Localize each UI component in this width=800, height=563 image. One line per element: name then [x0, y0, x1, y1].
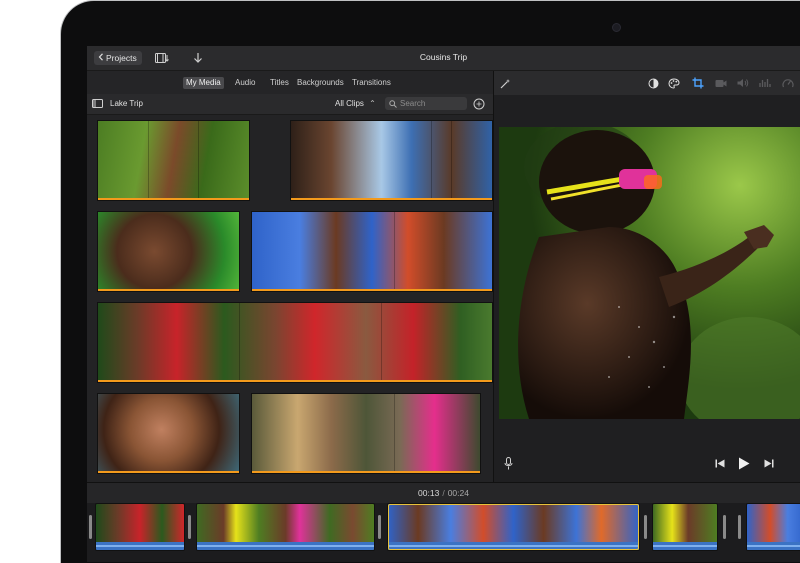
skip-forward-icon[interactable]	[764, 459, 774, 470]
total-duration: 00:24	[447, 488, 469, 498]
speed-gauge-icon[interactable]	[781, 76, 795, 90]
up-down-chevron-icon: ⌃	[369, 99, 376, 108]
camera-icon	[612, 23, 621, 32]
audio-waveform	[747, 542, 800, 550]
timecode-readout: 00:13/00:24	[87, 488, 800, 498]
tab-audio[interactable]: Audio	[232, 77, 258, 89]
media-import-icon[interactable]	[154, 51, 170, 65]
clips-filter-label: All Clips	[335, 99, 364, 108]
library-bar: Lake Trip All Clips ⌃	[87, 94, 493, 115]
media-clip[interactable]	[97, 393, 240, 474]
crop-icon[interactable]	[691, 76, 705, 90]
media-clip[interactable]	[251, 211, 493, 292]
viewer-toolbar	[494, 71, 800, 95]
projects-label: Projects	[106, 53, 137, 63]
download-arrow-icon[interactable]	[190, 51, 206, 65]
projects-button[interactable]: Projects	[94, 51, 142, 65]
volume-icon[interactable]	[736, 76, 750, 90]
video-viewer[interactable]	[499, 127, 800, 419]
clips-filter-dropdown[interactable]: All Clips ⌃	[335, 99, 376, 108]
audio-waveform	[197, 542, 374, 550]
microphone-icon[interactable]	[504, 457, 513, 472]
media-clip[interactable]	[290, 120, 493, 201]
toolbar: Projects Cousins Trip	[87, 46, 800, 71]
clip-trim-handle[interactable]	[378, 515, 381, 539]
sidebar-toggle-icon[interactable]	[92, 99, 103, 110]
magic-wand-icon[interactable]	[498, 76, 512, 90]
media-clip[interactable]	[97, 120, 250, 201]
timeline-clip[interactable]	[196, 503, 375, 551]
timeline-clip[interactable]	[652, 503, 718, 551]
filter-settings-icon[interactable]	[473, 98, 485, 112]
timeline	[87, 503, 800, 562]
clip-trim-handle[interactable]	[738, 515, 741, 539]
clip-trim-handle[interactable]	[723, 515, 726, 539]
skip-back-icon[interactable]	[715, 459, 725, 470]
stabilization-camera-icon[interactable]	[714, 76, 728, 90]
timeline-clip[interactable]	[95, 503, 185, 551]
time-separator: /	[442, 488, 445, 498]
search-box	[385, 97, 467, 110]
media-clip[interactable]	[97, 302, 493, 383]
viewer-frame-image	[499, 127, 800, 419]
media-clip[interactable]	[97, 211, 240, 292]
media-browser	[87, 115, 493, 482]
tab-transitions[interactable]: Transitions	[349, 77, 394, 89]
chevron-left-icon	[98, 51, 104, 65]
clip-trim-handle[interactable]	[89, 515, 92, 539]
timeline-clip-selected[interactable]	[387, 503, 640, 551]
media-tabs: My Media Audio Titles Backgrounds Transi…	[87, 71, 493, 94]
noise-reduction-icon[interactable]	[758, 76, 772, 90]
tab-titles[interactable]: Titles	[267, 77, 292, 89]
current-time: 00:13	[418, 488, 440, 498]
audio-waveform	[96, 542, 184, 550]
color-palette-icon[interactable]	[667, 76, 681, 90]
timecode-bar: 00:13/00:24	[87, 482, 800, 504]
tab-backgrounds[interactable]: Backgrounds	[294, 77, 347, 89]
search-icon	[389, 99, 397, 108]
search-input[interactable]	[400, 99, 460, 108]
timeline-clip[interactable]	[746, 503, 800, 551]
imovie-window: Projects Cousins Trip My Media Audio Tit…	[87, 46, 800, 562]
viewer-controls	[494, 419, 800, 482]
clip-trim-handle[interactable]	[188, 515, 191, 539]
audio-waveform	[653, 542, 717, 550]
media-clip[interactable]	[251, 393, 481, 474]
audio-waveform	[388, 542, 639, 550]
clip-trim-handle[interactable]	[644, 515, 647, 539]
library-name: Lake Trip	[110, 99, 143, 108]
play-icon[interactable]	[738, 457, 750, 472]
color-balance-icon[interactable]	[646, 76, 660, 90]
tab-my-media[interactable]: My Media	[183, 77, 224, 89]
